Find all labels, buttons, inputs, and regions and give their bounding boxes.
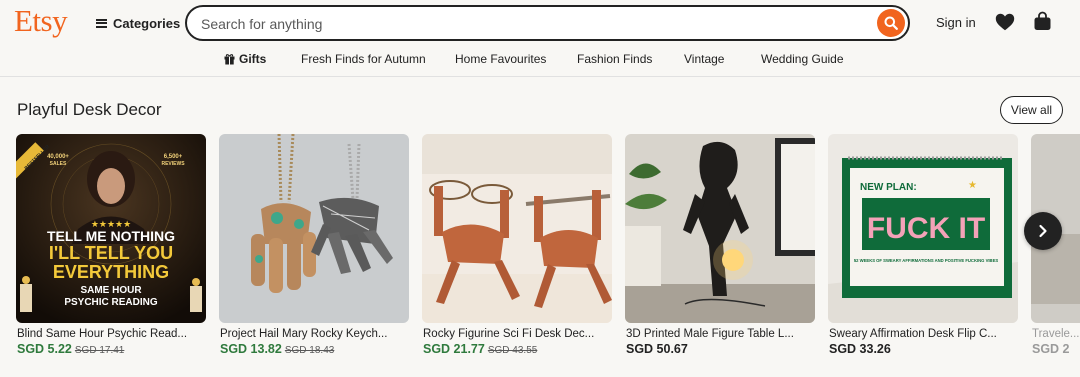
price-row: SGD 50.67 — [626, 342, 688, 356]
listing-price: SGD 5.22 — [17, 342, 72, 356]
nav-item-home-favourites[interactable]: Home Favourites — [455, 52, 546, 66]
listing-image: BESTSELLER 40,000+ SALES 6,500+ REVIEWS … — [16, 134, 206, 323]
search-icon — [884, 16, 898, 30]
price-row: SGD 33.26 — [829, 342, 891, 356]
listing-price: SGD 33.26 — [829, 342, 891, 356]
listing-image — [625, 134, 815, 323]
listing-title[interactable]: Project Hail Mary Rocky Keych... — [220, 328, 410, 340]
image-line-3: EVERYTHING — [53, 262, 169, 282]
price-row: SGD 13.82 SGD 18.43 — [220, 342, 334, 356]
listing-title[interactable]: Rocky Figurine Sci Fi Desk Dec... — [423, 328, 613, 340]
section-title: Playful Desk Decor — [17, 100, 162, 119]
nav-item-fashion-finds[interactable]: Fashion Finds — [577, 52, 652, 66]
listing-card[interactable]: NEW PLAN: ★ FUCK IT 52 WEEKS OF SWEARY A… — [828, 134, 1018, 364]
sign-in-link[interactable]: Sign in — [936, 15, 976, 30]
calendar-heading: NEW PLAN: — [860, 182, 917, 193]
heart-icon[interactable] — [995, 13, 1015, 31]
calendar-star-icon: ★ — [968, 180, 977, 191]
listing-image: NEW PLAN: ★ FUCK IT 52 WEEKS OF SWEARY A… — [828, 134, 1018, 323]
calendar-big-text: FUCK IT — [867, 212, 985, 245]
search-button[interactable] — [877, 9, 905, 37]
image-line-2: I'LL TELL YOU — [49, 243, 173, 263]
listing-title[interactable]: Blind Same Hour Psychic Read... — [17, 328, 207, 340]
original-price: SGD 43.55 — [487, 345, 538, 356]
price-row: SGD 5.22 SGD 17.41 — [17, 342, 124, 356]
nav-item-gifts[interactable]: Gifts — [224, 52, 266, 66]
sales-label-text: SALES — [50, 161, 67, 167]
nav-item-wedding-guide[interactable]: Wedding Guide — [761, 52, 844, 66]
search-input[interactable] — [201, 14, 841, 34]
sales-count-text: 40,000+ — [47, 154, 69, 160]
carousel-next-button[interactable] — [1024, 212, 1062, 250]
price-row: SGD 21.77 SGD 43.55 — [423, 342, 537, 356]
etsy-logo[interactable]: Etsy — [14, 3, 68, 39]
listing-image — [219, 134, 409, 323]
original-price: SGD 17.41 — [74, 345, 125, 356]
image-line-5: PSYCHIC READING — [64, 297, 158, 308]
listing-image — [422, 134, 612, 323]
hamburger-icon — [96, 18, 107, 28]
view-all-button[interactable]: View all — [1000, 96, 1063, 124]
site-header: Etsy Categories Sign in — [0, 0, 1080, 44]
nav-label-gifts: Gifts — [239, 52, 267, 66]
image-line-1: TELL ME NOTHING — [47, 228, 175, 244]
calendar-small-text: 52 WEEKS OF SWEARY AFFIRMATIONS AND POSI… — [854, 258, 999, 263]
chevron-right-icon — [1039, 224, 1047, 238]
shopping-bag-icon[interactable] — [1033, 11, 1052, 31]
search-bar — [185, 5, 910, 41]
image-line-4: SAME HOUR — [80, 285, 142, 296]
reviews-label-text: REVIEWS — [161, 161, 185, 167]
reviews-count-text: 6,500+ — [164, 154, 183, 160]
price-row: SGD 2 — [1032, 342, 1070, 356]
listing-card[interactable]: BESTSELLER 40,000+ SALES 6,500+ REVIEWS … — [16, 134, 206, 364]
category-nav: Gifts Fresh Finds for Autumn Home Favour… — [0, 46, 1080, 74]
listing-price: SGD 13.82 — [220, 342, 282, 356]
listing-title[interactable]: 3D Printed Male Figure Table L... — [626, 328, 816, 340]
listing-card[interactable]: Project Hail Mary Rocky Keych... SGD 13.… — [219, 134, 409, 364]
nav-item-fresh-finds[interactable]: Fresh Finds for Autumn — [301, 52, 426, 66]
listing-price: SGD 2 — [1032, 342, 1070, 356]
listing-price: SGD 21.77 — [423, 342, 485, 356]
gift-icon — [224, 54, 235, 65]
categories-button[interactable]: Categories — [96, 13, 180, 33]
nav-item-vintage[interactable]: Vintage — [684, 52, 724, 66]
original-price: SGD 18.43 — [284, 345, 335, 356]
listing-card[interactable]: Rocky Figurine Sci Fi Desk Dec... SGD 21… — [422, 134, 612, 364]
header-divider — [0, 76, 1080, 77]
listing-price: SGD 50.67 — [626, 342, 688, 356]
listing-title[interactable]: Sweary Affirmation Desk Flip C... — [829, 328, 1019, 340]
categories-label: Categories — [113, 15, 181, 31]
listing-title[interactable]: Travele... — [1032, 328, 1080, 340]
listing-card[interactable]: 3D Printed Male Figure Table L... SGD 50… — [625, 134, 815, 364]
